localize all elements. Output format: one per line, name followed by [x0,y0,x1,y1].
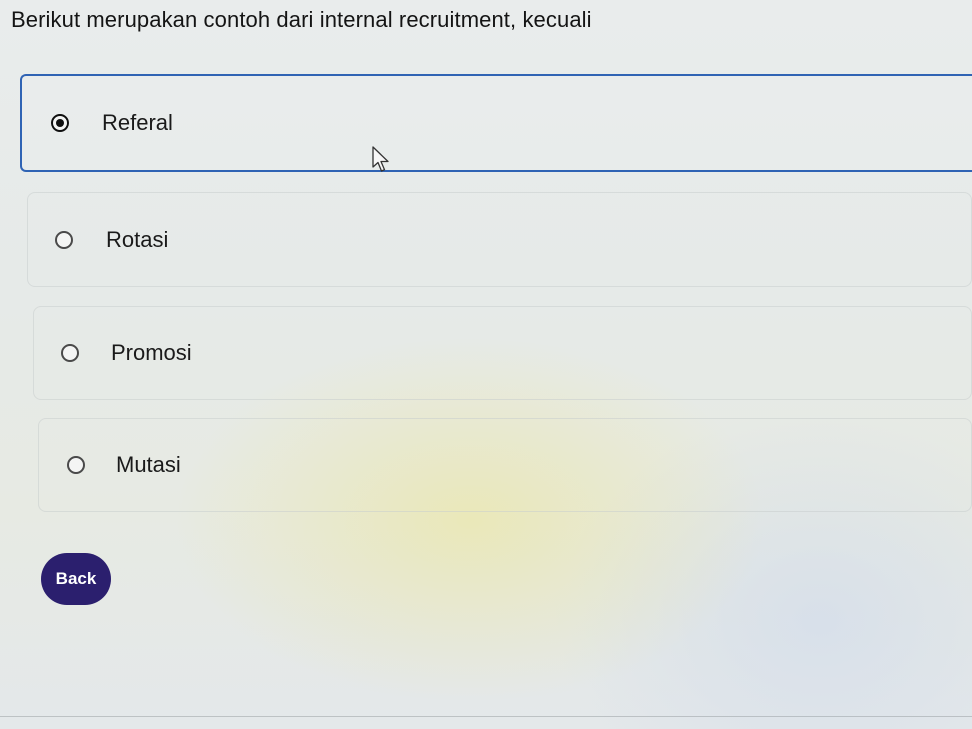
radio-unchecked-icon[interactable] [61,344,79,362]
back-button[interactable]: Back [41,553,111,605]
option-label: Mutasi [116,452,181,477]
radio-checked-icon[interactable] [51,114,69,132]
option-promosi[interactable]: Promosi [33,306,972,400]
option-referal[interactable]: Referal [20,74,972,172]
mouse-pointer-icon [372,146,389,172]
option-label: Rotasi [106,226,169,252]
radio-unchecked-icon[interactable] [55,230,73,249]
radio-unchecked-icon[interactable] [67,456,85,474]
option-mutasi[interactable]: Mutasi [38,418,972,512]
option-label: Promosi [111,340,192,365]
option-rotasi[interactable]: Rotasi [27,192,972,287]
option-label: Referal [102,110,173,135]
answer-options: Referal Rotasi Promosi Mutasi [0,0,972,729]
screen-edge-divider [0,716,972,717]
